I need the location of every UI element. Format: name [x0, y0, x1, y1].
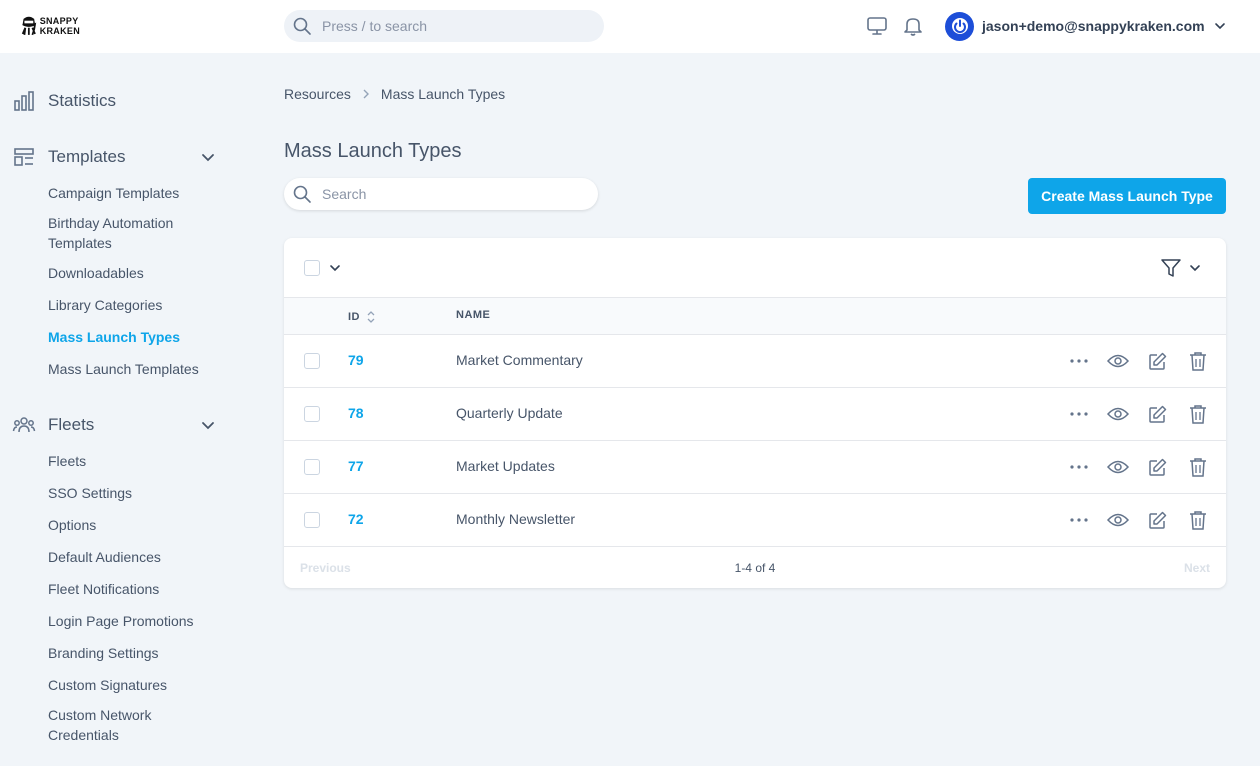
sidebar-item-fleets[interactable]: Fleets — [48, 451, 218, 471]
table-row: 72 Monthly Newsletter — [284, 494, 1226, 547]
row-name: Market Commentary — [456, 352, 583, 368]
global-search-input[interactable] — [322, 18, 582, 34]
resource-search-input[interactable] — [322, 186, 572, 202]
select-all-dropdown[interactable] — [304, 260, 342, 276]
page-title: Mass Launch Types — [284, 140, 462, 162]
more-actions-icon[interactable] — [1068, 456, 1090, 478]
bar-chart-icon — [14, 91, 34, 111]
sidebar-item-fleet-notifications[interactable]: Fleet Notifications — [48, 579, 218, 599]
row-checkbox[interactable] — [304, 406, 320, 422]
sidebar-item-campaign-templates[interactable]: Campaign Templates — [48, 183, 218, 203]
row-checkbox[interactable] — [304, 353, 320, 369]
row-id-link[interactable]: 78 — [348, 405, 364, 421]
table-row: 79 Market Commentary — [284, 335, 1226, 388]
resource-search[interactable] — [284, 178, 598, 210]
users-icon — [12, 417, 36, 433]
chevron-down-icon — [330, 265, 340, 272]
sidebar-section-fleets[interactable]: Fleets — [12, 410, 222, 440]
sidebar-item-custom-signatures[interactable]: Custom Signatures — [48, 675, 218, 695]
row-name: Market Updates — [456, 458, 555, 474]
sidebar-item-options[interactable]: Options — [48, 515, 218, 535]
sidebar-item-mass-launch-templates[interactable]: Mass Launch Templates — [48, 359, 218, 379]
sidebar-item-login-page-promotions[interactable]: Login Page Promotions — [48, 611, 218, 631]
edit-icon[interactable] — [1147, 509, 1169, 531]
breadcrumb-resources[interactable]: Resources — [284, 86, 351, 102]
sidebar-section-label: Fleets — [48, 415, 95, 434]
row-checkbox[interactable] — [304, 459, 320, 475]
sidebar: Statistics Templates Campaign Templates … — [0, 53, 240, 766]
template-icon — [14, 148, 34, 166]
create-mass-launch-type-button[interactable]: Create Mass Launch Type — [1028, 178, 1226, 214]
trash-icon[interactable] — [1187, 403, 1209, 425]
chevron-down-icon — [1214, 23, 1225, 30]
view-icon[interactable] — [1107, 509, 1129, 531]
logo-text: SNAPPY KRAKEN — [39, 16, 80, 36]
sidebar-item-sso-settings[interactable]: SSO Settings — [48, 483, 218, 503]
power-icon — [951, 18, 968, 34]
sidebar-item-custom-network-credentials[interactable]: Custom Network Credentials — [48, 705, 218, 745]
monitor-icon[interactable] — [865, 14, 889, 38]
table-header: ID NAME — [284, 298, 1226, 335]
search-icon — [293, 185, 311, 203]
pagination-info: 1-4 of 4 — [734, 561, 776, 575]
table-toolbar — [284, 238, 1226, 298]
row-name: Quarterly Update — [456, 405, 563, 421]
sidebar-item-label: Statistics — [48, 91, 117, 110]
view-icon[interactable] — [1107, 456, 1129, 478]
row-id-link[interactable]: 77 — [348, 458, 364, 474]
sidebar-section-label: Templates — [48, 147, 126, 166]
row-checkbox[interactable] — [304, 512, 320, 528]
filter-dropdown[interactable] — [1160, 257, 1202, 279]
trash-icon[interactable] — [1187, 509, 1209, 531]
sort-icon — [367, 311, 375, 323]
select-all-checkbox[interactable] — [304, 260, 320, 276]
sidebar-item-library-categories[interactable]: Library Categories — [48, 295, 218, 315]
column-header-id[interactable]: ID — [348, 309, 376, 325]
user-menu[interactable]: jason+demo@snappykraken.com — [945, 11, 1227, 41]
breadcrumb: Resources Mass Launch Types — [284, 86, 505, 102]
trash-icon[interactable] — [1187, 456, 1209, 478]
user-email: jason+demo@snappykraken.com — [982, 18, 1205, 34]
more-actions-icon[interactable] — [1068, 350, 1090, 372]
table-row: 77 Market Updates — [284, 441, 1226, 494]
table-row: 78 Quarterly Update — [284, 388, 1226, 441]
sidebar-item-mass-launch-types[interactable]: Mass Launch Types — [48, 327, 218, 347]
row-id-link[interactable]: 79 — [348, 352, 364, 368]
column-header-name: NAME — [456, 309, 490, 321]
row-id-link[interactable]: 72 — [348, 511, 364, 527]
sidebar-item-statistics[interactable]: Statistics — [12, 86, 222, 116]
next-page-button[interactable]: Next — [1184, 561, 1210, 575]
avatar — [945, 11, 974, 41]
column-header-label: ID — [348, 311, 360, 323]
chevron-right-icon — [361, 88, 371, 100]
breadcrumb-current: Mass Launch Types — [380, 86, 506, 102]
snappy-kraken-logo[interactable]: SNAPPY KRAKEN — [20, 12, 80, 40]
ninja-icon — [21, 16, 37, 36]
column-header-label: NAME — [456, 309, 491, 321]
resource-table-card: ID NAME 79 Market Commentary 78 Quarterl… — [284, 238, 1226, 588]
sidebar-section-templates[interactable]: Templates — [12, 142, 222, 172]
edit-icon[interactable] — [1147, 456, 1169, 478]
search-icon — [293, 17, 311, 35]
filter-icon — [1161, 259, 1181, 277]
global-search[interactable] — [284, 10, 604, 42]
top-bar: SNAPPY KRAKEN jason+dem — [0, 0, 1260, 53]
row-name: Monthly Newsletter — [456, 511, 576, 527]
sidebar-item-branding-settings[interactable]: Branding Settings — [48, 643, 218, 663]
trash-icon[interactable] — [1187, 350, 1209, 372]
more-actions-icon[interactable] — [1068, 403, 1090, 425]
sidebar-item-birthday-automation-templates[interactable]: Birthday Automation Templates — [48, 213, 218, 253]
sidebar-item-downloadables[interactable]: Downloadables — [48, 263, 218, 283]
view-icon[interactable] — [1107, 350, 1129, 372]
sidebar-item-default-audiences[interactable]: Default Audiences — [48, 547, 218, 567]
more-actions-icon[interactable] — [1068, 509, 1090, 531]
pagination: Previous 1-4 of 4 Next — [284, 547, 1226, 588]
chevron-down-icon — [202, 422, 214, 430]
edit-icon[interactable] — [1147, 403, 1169, 425]
chevron-down-icon — [202, 154, 214, 162]
view-icon[interactable] — [1107, 403, 1129, 425]
edit-icon[interactable] — [1147, 350, 1169, 372]
bell-icon[interactable] — [901, 14, 925, 38]
chevron-down-icon — [1190, 265, 1200, 272]
